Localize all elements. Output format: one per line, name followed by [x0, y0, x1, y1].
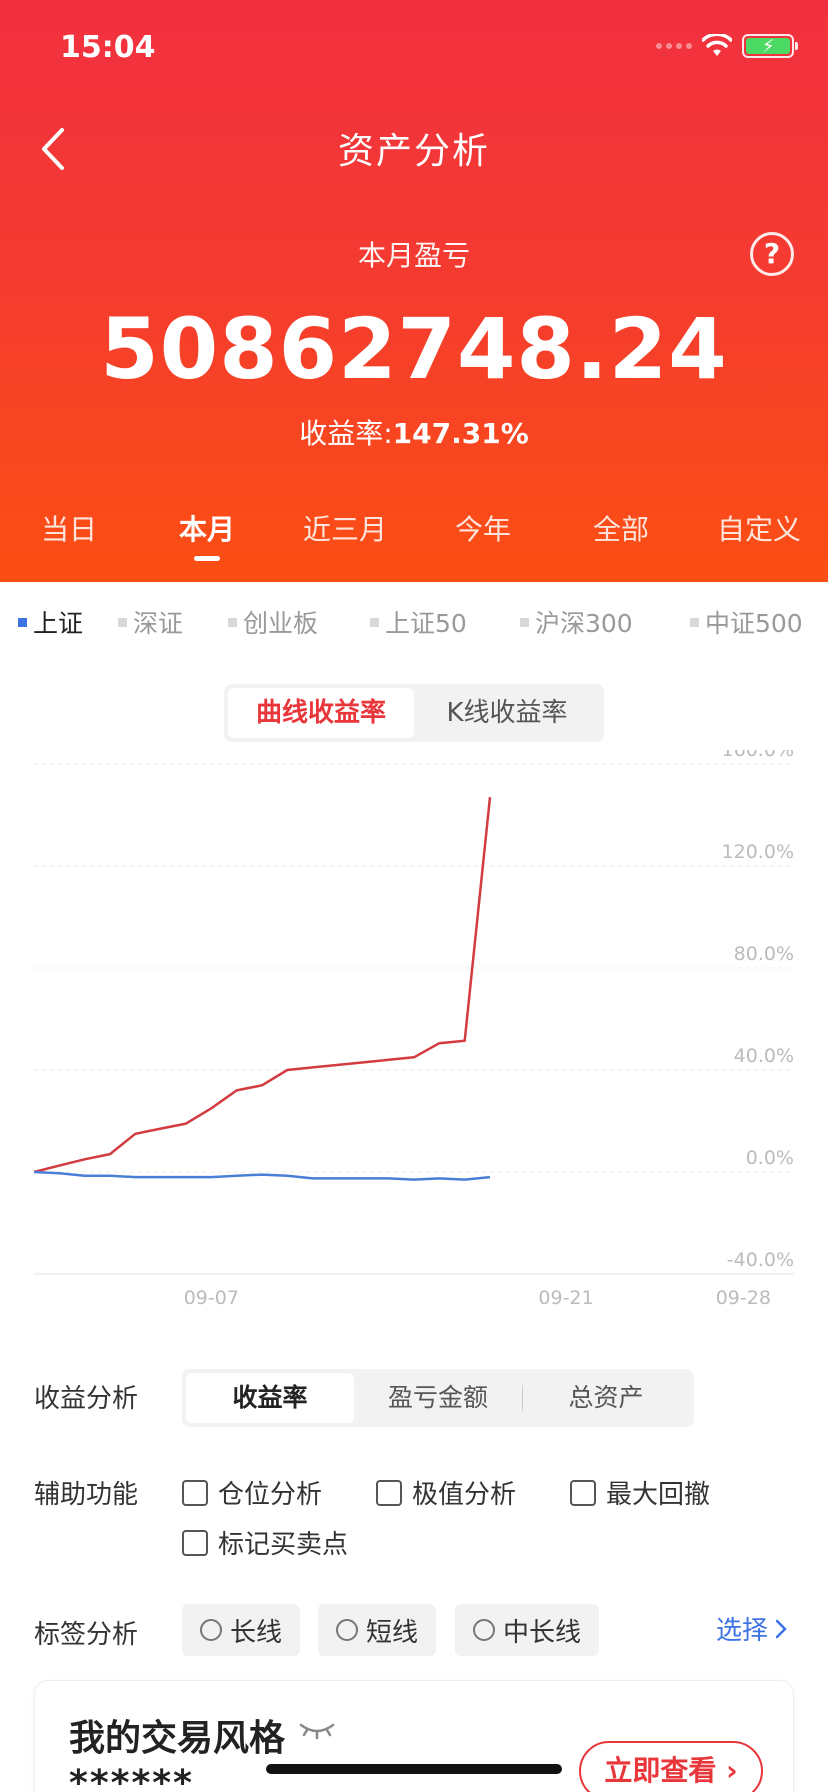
y-tick-label: -40.0%	[727, 1249, 794, 1271]
tag-mid-long[interactable]: 中长线	[455, 1604, 600, 1656]
y-tick-label: 40.0%	[734, 1045, 794, 1067]
x-tick-label: 09-07	[184, 1287, 239, 1309]
tab-this-year[interactable]: 今年	[414, 508, 552, 548]
divider	[522, 1385, 523, 1411]
select-link[interactable]: 选择	[716, 1610, 788, 1647]
x-tick-label: 09-21	[538, 1287, 593, 1309]
tab-custom[interactable]: 自定义	[690, 508, 828, 548]
checkbox[interactable]	[376, 1479, 402, 1506]
check-position-analysis[interactable]: 仓位分析	[182, 1474, 322, 1511]
index-sse50[interactable]: 上证50	[370, 604, 467, 640]
return-rate-label: 收益率:	[299, 417, 393, 450]
radio-icon	[200, 1619, 222, 1641]
aux-label: 辅助功能	[34, 1480, 139, 1510]
header-hero: 15:04 ⚡ 资产分析 本月盈亏 ? 50862748.24 收益率:147.…	[0, 0, 828, 582]
tags-label: 标签分析	[34, 1620, 139, 1650]
home-indicator	[266, 1764, 562, 1774]
opt-profit-amount[interactable]: 盈亏金额	[354, 1373, 522, 1423]
tab-all[interactable]: 全部	[552, 508, 690, 548]
status-time: 15:04	[60, 30, 156, 65]
y-tick-label: 120.0%	[722, 841, 794, 863]
return-chart: 160.0% 120.0% 80.0% 40.0% 0.0% -40.0% 09-07 09-…	[33, 750, 794, 1309]
style-title: 我的交易风格	[69, 1718, 286, 1759]
summary-label: 本月盈亏	[357, 239, 470, 272]
return-rate-value: 147.31%	[392, 417, 529, 450]
opt-total-assets[interactable]: 总资产	[522, 1373, 690, 1423]
series-line-portfolio	[33, 796, 492, 1174]
chart-mode-toggle: 曲线收益率 K线收益率	[224, 684, 604, 742]
wifi-icon	[702, 34, 732, 56]
index-csi300[interactable]: 沪深300	[520, 604, 633, 640]
return-rate: 收益率:147.31%	[0, 412, 828, 452]
radio-icon	[473, 1619, 495, 1641]
check-mark-trades[interactable]: 标记买卖点	[182, 1524, 348, 1561]
tab-today[interactable]: 当日	[0, 508, 138, 548]
opt-return-rate[interactable]: 收益率	[186, 1373, 354, 1423]
checkbox[interactable]	[182, 1529, 208, 1556]
index-shanghai[interactable]: 上证	[18, 604, 83, 640]
page-title: 资产分析	[337, 131, 490, 172]
profit-analysis-toggle: 收益率 盈亏金额 总资产	[182, 1369, 694, 1427]
tag-long[interactable]: 长线	[182, 1604, 301, 1656]
profit-amount: 50862748.24	[100, 300, 728, 398]
profit-analysis-label: 收益分析	[34, 1384, 139, 1414]
battery-icon: ⚡	[742, 34, 798, 58]
masked-style: ******	[69, 1763, 194, 1792]
y-tick-label: 0.0%	[746, 1147, 794, 1169]
tab-this-month[interactable]: 本月	[138, 508, 276, 561]
help-icon[interactable]: ?	[750, 232, 794, 276]
check-extreme-analysis[interactable]: 极值分析	[376, 1474, 516, 1511]
x-tick-label: 09-28	[716, 1287, 771, 1309]
index-chinext[interactable]: 创业板	[228, 604, 318, 640]
index-shenzhen[interactable]: 深证	[118, 604, 183, 640]
mode-curve[interactable]: 曲线收益率	[228, 688, 414, 738]
period-tabs: 当日 本月 近三月 今年 全部 自定义	[0, 508, 828, 561]
eye-closed-icon[interactable]	[297, 1717, 337, 1741]
y-tick-label: 80.0%	[734, 943, 794, 965]
checkbox[interactable]	[182, 1479, 208, 1506]
view-now-button[interactable]: 立即查看 ›	[579, 1741, 763, 1792]
status-icons: ⚡	[656, 34, 798, 58]
radio-icon	[336, 1619, 358, 1641]
tag-short[interactable]: 短线	[318, 1604, 437, 1656]
chevron-right-icon	[775, 1619, 787, 1638]
index-csi500[interactable]: 中证500	[690, 604, 803, 640]
check-max-drawdown[interactable]: 最大回撤	[570, 1474, 710, 1511]
checkbox[interactable]	[570, 1479, 596, 1506]
signal-icon	[656, 43, 692, 49]
trading-style-card: 我的交易风格 ****** 立即查看 ›	[34, 1680, 794, 1792]
mode-kline[interactable]: K线收益率	[414, 688, 600, 738]
y-tick-label: 160.0%	[722, 750, 794, 761]
index-selector: 上证 深证 创业板 上证50 沪深300 中证500	[0, 604, 828, 644]
series-line-index	[33, 1170, 491, 1181]
tab-three-months[interactable]: 近三月	[276, 508, 414, 548]
